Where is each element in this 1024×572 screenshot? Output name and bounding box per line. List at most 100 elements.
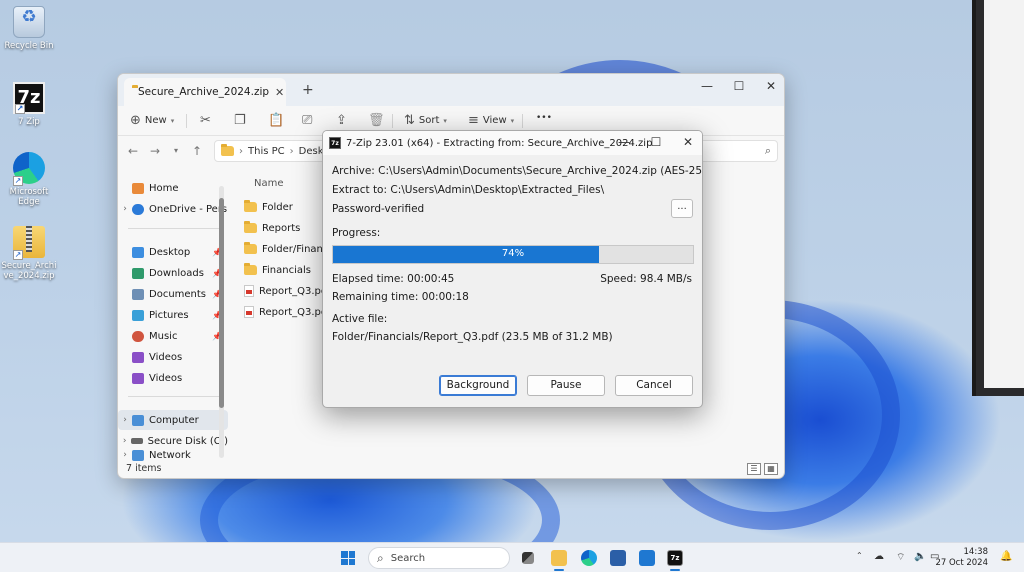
nav-label: Computer xyxy=(149,414,199,426)
nav-item-videos[interactable]: Videos xyxy=(118,347,228,367)
forward-icon[interactable]: → xyxy=(150,144,160,158)
nav-item-music[interactable]: Music 📌 xyxy=(118,326,228,346)
nav-item-videos[interactable]: Videos xyxy=(118,368,228,388)
tiles-view-icon[interactable]: ▦ xyxy=(764,463,778,475)
chevron-right-icon[interactable]: › xyxy=(118,450,132,460)
list-item[interactable]: Reports xyxy=(244,219,300,237)
view-button[interactable]: ≡ View ▾ xyxy=(468,113,514,128)
nav-label: Videos xyxy=(149,372,183,384)
list-item[interactable]: Report_Q3.pdf xyxy=(244,303,331,321)
delete-icon[interactable]: 🗑 xyxy=(368,113,385,128)
taskbar-search-placeholder: Search xyxy=(390,552,426,564)
breadcrumb-this-pc[interactable]: This PC xyxy=(248,146,285,157)
store-taskbar-icon[interactable] xyxy=(610,550,626,566)
rename-icon[interactable]: ⎚ xyxy=(302,113,312,128)
explorer-tab[interactable]: Secure_Archive_2024.zip ✕ xyxy=(124,78,286,106)
secondary-window-edge xyxy=(972,0,1024,396)
chevron-right-icon[interactable]: › xyxy=(118,204,132,214)
plus-circle-icon: ⊕ xyxy=(130,113,141,128)
nav-item-network[interactable]: › Network xyxy=(118,450,228,462)
desktop-icon-recycle-bin[interactable]: Recycle Bin xyxy=(0,6,58,51)
taskbar-clock[interactable]: 14:38 27 Oct 2024 xyxy=(935,547,988,569)
music-icon xyxy=(132,330,144,342)
mail-taskbar-icon[interactable] xyxy=(639,550,655,566)
home-icon xyxy=(132,182,144,194)
chevron-up-icon[interactable]: ⌃ xyxy=(856,551,863,560)
folder-icon xyxy=(244,200,257,212)
nav-pane-scrollbar[interactable] xyxy=(219,186,224,458)
nav-label: Network xyxy=(149,450,191,461)
desktop-icon-edge[interactable]: ↗ Microsoft Edge xyxy=(0,152,58,207)
tab-close-icon[interactable]: ✕ xyxy=(275,86,284,99)
active-file-name: Folder/Financials/Report_Q3.pdf (23.5 MB… xyxy=(332,331,613,343)
cloud-icon[interactable]: ☁ xyxy=(874,551,884,562)
maximize-icon[interactable]: ☐ xyxy=(641,135,671,149)
minimize-icon[interactable]: — xyxy=(692,79,722,93)
start-button[interactable] xyxy=(341,551,355,565)
volume-icon[interactable]: 🔈 xyxy=(914,551,926,562)
sort-button[interactable]: ⇅ Sort ▾ xyxy=(404,113,447,128)
password-status: Password-verified xyxy=(332,203,425,215)
list-item[interactable]: Folder xyxy=(244,198,293,216)
video-icon xyxy=(132,372,144,384)
nav-item-home[interactable]: Home xyxy=(118,178,228,198)
cut-icon[interactable]: ✂ xyxy=(200,113,211,128)
nav-item-desktop[interactable]: Desktop 📌 xyxy=(118,242,228,262)
desktop-icon-7zip[interactable]: 7z ↗ 7 Zip xyxy=(0,82,58,127)
copy-icon[interactable]: ❐ xyxy=(234,113,246,128)
column-header-name[interactable]: Name xyxy=(254,178,284,189)
close-icon[interactable]: ✕ xyxy=(673,135,702,149)
nav-item-computer[interactable]: › Computer xyxy=(118,410,228,430)
view-icon: ≡ xyxy=(468,113,479,128)
back-icon[interactable]: ← xyxy=(128,144,138,158)
nav-item-onedrive[interactable]: › OneDrive - Pers xyxy=(118,199,228,219)
nav-item-pictures[interactable]: Pictures 📌 xyxy=(118,305,228,325)
file-explorer-taskbar-icon[interactable] xyxy=(551,550,567,566)
nav-item-secure-disk[interactable]: › Secure Disk (C:) xyxy=(118,431,228,451)
chevron-right-icon[interactable]: › xyxy=(118,415,132,425)
nav-item-documents[interactable]: Documents 📌 xyxy=(118,284,228,304)
list-item[interactable]: Report_Q3.pdf xyxy=(244,282,331,300)
paste-icon[interactable]: 📋 xyxy=(268,113,284,128)
more-options-button[interactable]: ••• xyxy=(536,113,552,123)
folder-icon xyxy=(244,242,257,254)
details-view-icon[interactable]: ☰ xyxy=(747,463,761,475)
edge-taskbar-icon[interactable] xyxy=(581,550,597,566)
maximize-icon[interactable]: ☐ xyxy=(724,79,754,93)
taskbar-search[interactable]: ⌕ Search xyxy=(368,547,510,569)
active-file-label: Active file: xyxy=(332,313,388,325)
up-icon[interactable]: ↑ xyxy=(192,144,202,158)
task-view-icon[interactable] xyxy=(522,552,534,564)
wifi-icon[interactable]: ⌔ xyxy=(896,551,905,564)
7zip-taskbar-icon[interactable]: 7z xyxy=(667,550,683,566)
pdf-file-icon xyxy=(244,285,254,297)
more-details-button[interactable]: ... xyxy=(671,199,693,218)
background-button[interactable]: Background xyxy=(439,375,517,396)
minimize-icon[interactable]: — xyxy=(609,135,639,149)
recent-locations-icon[interactable]: ▾ xyxy=(174,146,178,155)
cancel-button[interactable]: Cancel xyxy=(615,375,693,396)
chevron-down-icon: ▾ xyxy=(443,116,447,125)
desktop-icon-zip-archive[interactable]: ↗ Secure_Archive_2024.zip xyxy=(0,226,58,281)
pause-button[interactable]: Pause xyxy=(527,375,605,396)
list-item[interactable]: Financials xyxy=(244,261,311,279)
breadcrumb-separator-icon: › xyxy=(289,145,294,157)
close-icon[interactable]: ✕ xyxy=(756,79,784,93)
folder-icon xyxy=(244,221,257,233)
chevron-down-icon: ▾ xyxy=(170,116,175,125)
archive-path: Archive: C:\Users\Admin\Documents\Secure… xyxy=(332,165,703,177)
nav-item-downloads[interactable]: Downloads 📌 xyxy=(118,263,228,283)
share-icon[interactable]: ⇪ xyxy=(336,113,347,128)
cloud-icon xyxy=(132,203,144,215)
chevron-right-icon[interactable]: › xyxy=(118,436,131,446)
view-toggle: ☰ ▦ xyxy=(747,463,778,475)
pdf-file-icon xyxy=(244,306,254,318)
new-button[interactable]: ⊕ New ▾ xyxy=(130,113,174,128)
nav-label: OneDrive - Pers xyxy=(149,203,228,215)
dialog-titlebar: 7z 7-Zip 23.01 (x64) - Extracting from: … xyxy=(323,131,702,155)
desktop-icon-label: Microsoft Edge xyxy=(9,187,49,207)
explorer-titlebar: Secure_Archive_2024.zip ✕ + — ☐ ✕ xyxy=(118,74,784,106)
nav-label: Videos xyxy=(149,351,183,363)
notifications-icon[interactable]: 🔔 xyxy=(1000,551,1012,562)
new-tab-icon[interactable]: + xyxy=(302,82,314,98)
